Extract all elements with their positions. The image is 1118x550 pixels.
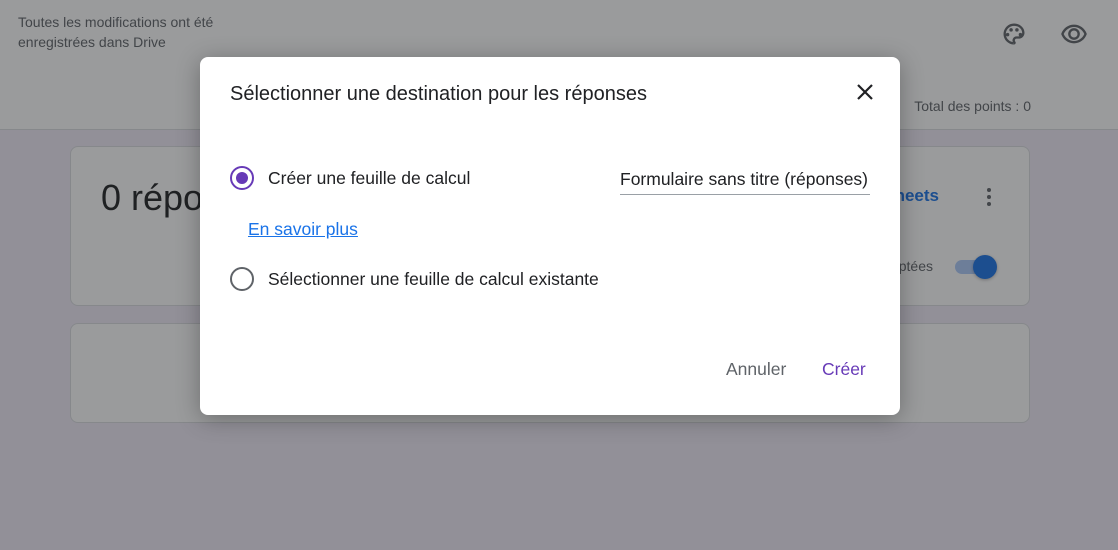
option-create-sheet-label: Créer une feuille de calcul (268, 167, 471, 188)
option-existing-sheet[interactable]: Sélectionner une feuille de calcul exist… (230, 267, 599, 291)
sheet-name-input[interactable] (620, 165, 870, 195)
response-destination-dialog: Sélectionner une destination pour les ré… (200, 57, 900, 415)
close-button[interactable] (850, 77, 880, 107)
radio-existing-sheet[interactable] (230, 267, 254, 291)
learn-more-link[interactable]: En savoir plus (248, 219, 358, 240)
create-button[interactable]: Créer (822, 359, 866, 380)
cancel-button[interactable]: Annuler (726, 359, 786, 380)
radio-create-sheet[interactable] (230, 166, 254, 190)
close-icon (857, 84, 873, 100)
dialog-title: Sélectionner une destination pour les ré… (230, 83, 647, 105)
option-existing-sheet-label: Sélectionner une feuille de calcul exist… (268, 268, 599, 289)
option-create-sheet[interactable]: Créer une feuille de calcul (230, 166, 470, 190)
